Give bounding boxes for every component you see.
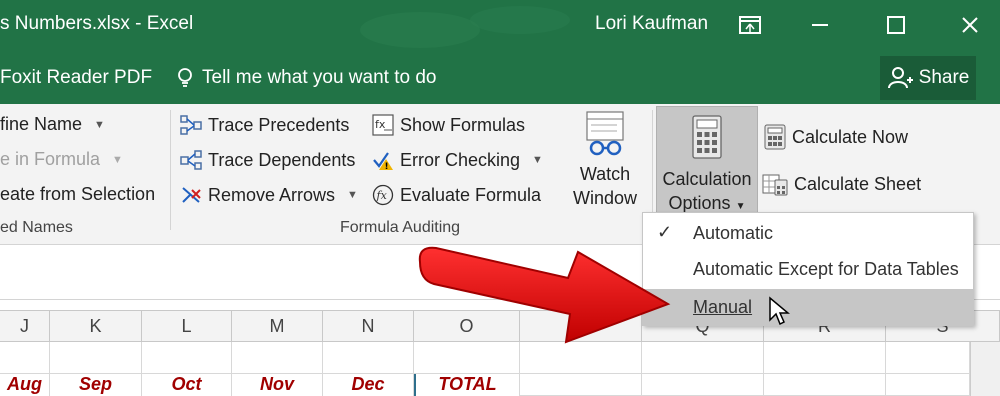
red-arrow-annotation: [418, 246, 671, 344]
mouse-cursor-icon: [769, 296, 790, 326]
arrow-shape: [418, 246, 671, 344]
